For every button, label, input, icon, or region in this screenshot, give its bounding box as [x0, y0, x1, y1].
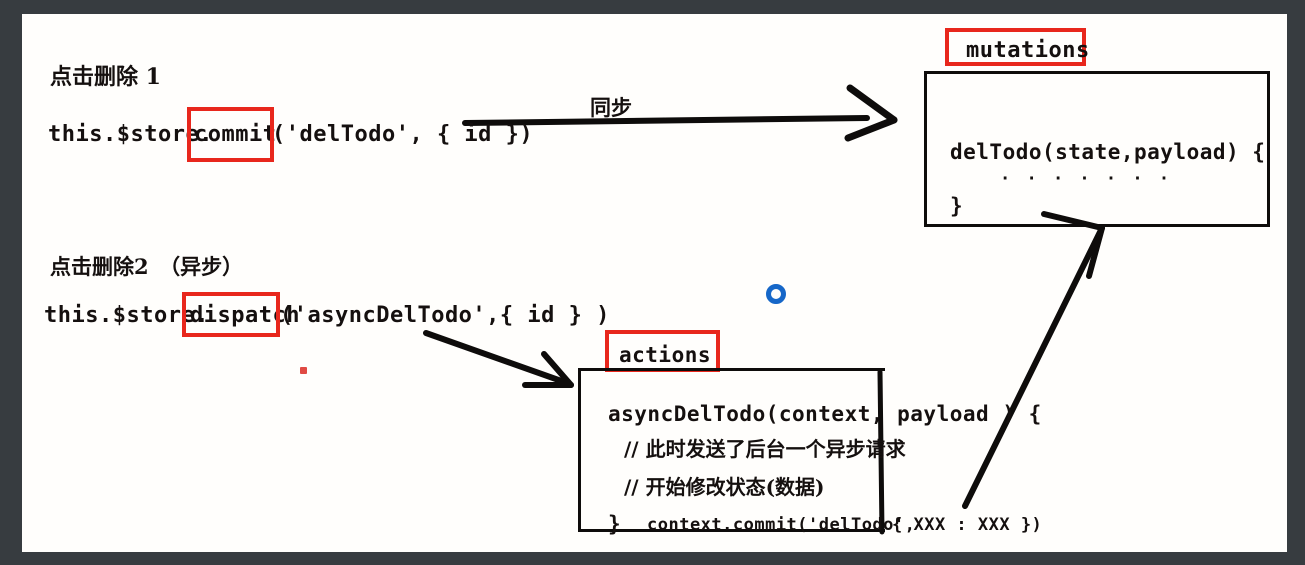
- actions-line-5: context.commit('delTodo',: [647, 515, 916, 535]
- actions-line-2: // 此时发送了后台一个异步请求: [624, 437, 906, 461]
- red-dot-marker: [300, 367, 307, 374]
- actions-line-1: asyncDelTodo(context, payload ) {: [608, 402, 1042, 426]
- loading-ring-marker: [766, 284, 786, 304]
- commit-highlight-box: [187, 107, 274, 162]
- actions-to-mutations-arrow: [962, 211, 1105, 509]
- mutations-line-3: }: [950, 194, 964, 218]
- mutations-line-1: delTodo(state,payload) {: [950, 140, 1266, 164]
- dispatch-to-actions-arrow: [423, 330, 574, 388]
- sync-arrow-label: 同步: [590, 95, 632, 120]
- actions-line-3: // 开始修改状态(数据): [624, 475, 825, 499]
- mutations-title: mutations: [966, 38, 1090, 63]
- dispatch-highlight-box: [182, 292, 280, 337]
- actions-line-6: { XXX : XXX }): [892, 515, 1043, 535]
- commit-code-suffix: ('delTodo', { id }): [272, 122, 534, 147]
- mutations-line-2: · · · · · · ·: [1000, 169, 1173, 189]
- whiteboard-canvas: 点击删除 1 this.$store. commit ('delTodo', {…: [22, 14, 1287, 552]
- step2-label: 点击删除2 （异步）: [50, 254, 244, 279]
- dispatch-code-suffix: ('asyncDelTodo',{ id } ): [280, 303, 610, 328]
- actions-title: actions: [619, 343, 712, 367]
- step1-label: 点击删除 1: [50, 64, 161, 90]
- actions-line-4: }: [608, 512, 622, 536]
- screenshot-root: 点击删除 1 this.$store. commit ('delTodo', {…: [0, 0, 1305, 565]
